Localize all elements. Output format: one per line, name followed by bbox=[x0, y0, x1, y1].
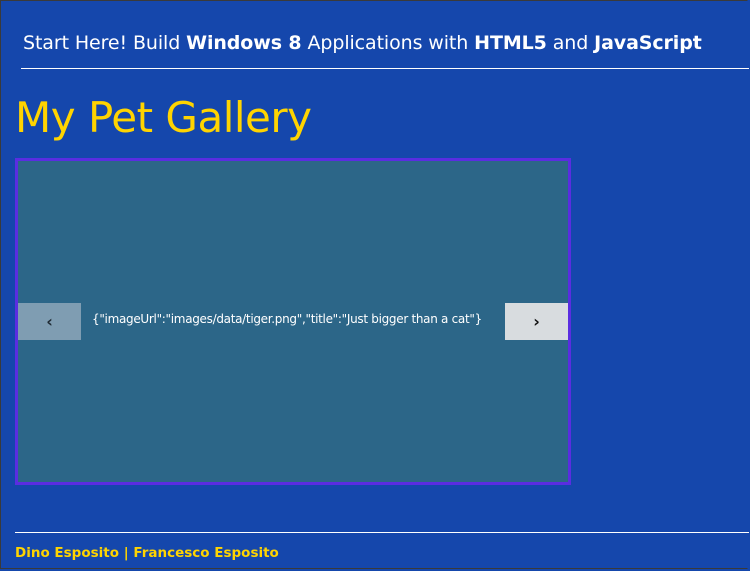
header-bold-javascript: JavaScript bbox=[594, 32, 702, 54]
page-title: My Pet Gallery bbox=[15, 93, 312, 142]
header-bold-windows: Windows 8 bbox=[186, 32, 302, 54]
header-banner: Start Here! Build Windows 8 Applications… bbox=[23, 32, 702, 54]
previous-button[interactable]: ‹ bbox=[18, 303, 81, 340]
header-text-part-2: Applications with bbox=[301, 32, 475, 54]
chevron-left-icon: ‹ bbox=[46, 312, 53, 331]
header-text-part-3: and bbox=[546, 32, 595, 54]
footer-divider bbox=[15, 532, 749, 533]
header-text-part-1: Start Here! Build bbox=[23, 32, 187, 54]
header-divider bbox=[21, 68, 749, 69]
footer-authors: Dino Esposito | Francesco Esposito bbox=[15, 545, 279, 561]
gallery-item-text: {"imageUrl":"images/data/tiger.png","tit… bbox=[92, 312, 482, 326]
header-bold-html5: HTML5 bbox=[474, 32, 547, 54]
chevron-right-icon: › bbox=[533, 312, 540, 331]
next-button[interactable]: › bbox=[505, 303, 568, 340]
